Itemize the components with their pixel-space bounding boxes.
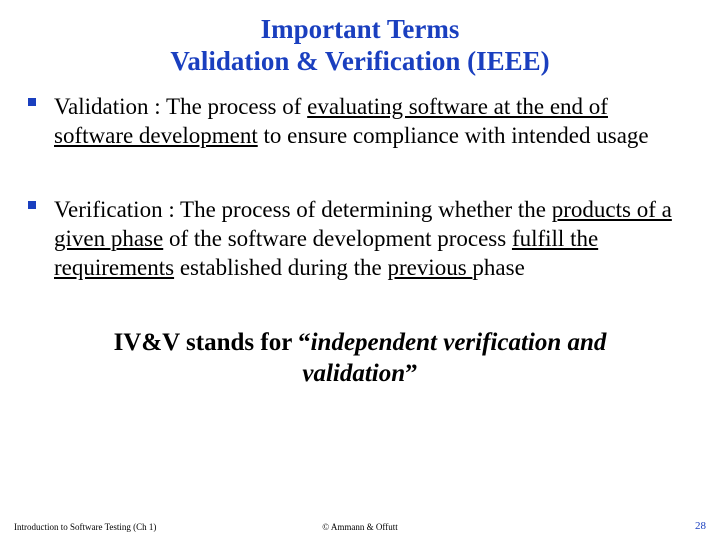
slide: Important Terms Validation & Verificatio… xyxy=(0,0,720,540)
text: established during the xyxy=(174,255,387,280)
page-number: 28 xyxy=(695,520,706,532)
footer-left: Introduction to Software Testing (Ch 1) xyxy=(14,522,156,532)
square-bullet-icon xyxy=(28,201,36,209)
footer-center: © Ammann & Offutt xyxy=(322,522,397,532)
text: phase xyxy=(472,255,524,280)
bullet-verification: Verification : The process of determinin… xyxy=(28,195,692,283)
ivv-lead: IV&V stands for “ xyxy=(114,329,311,356)
text: to ensure compliance with intended usage xyxy=(258,123,649,148)
term: Verification xyxy=(54,197,163,222)
term: Validation xyxy=(54,94,149,119)
ivv-italic: independent verification and validation xyxy=(302,329,606,387)
underlined-text: previous xyxy=(387,255,472,280)
slide-title: Important Terms Validation & Verificatio… xyxy=(28,14,692,78)
title-line-2: Validation & Verification (IEEE) xyxy=(170,46,549,76)
text: of the software development process xyxy=(163,226,512,251)
bullet-list: Validation : The process of evaluating s… xyxy=(28,92,692,283)
ivv-statement: IV&V stands for “independent verificatio… xyxy=(28,327,692,390)
text: : The process of determining whether the xyxy=(163,197,552,222)
text: : The process of xyxy=(149,94,308,119)
title-line-1: Important Terms xyxy=(261,14,460,44)
ivv-tail: ” xyxy=(405,360,418,387)
bullet-validation: Validation : The process of evaluating s… xyxy=(28,92,692,151)
square-bullet-icon xyxy=(28,98,36,106)
